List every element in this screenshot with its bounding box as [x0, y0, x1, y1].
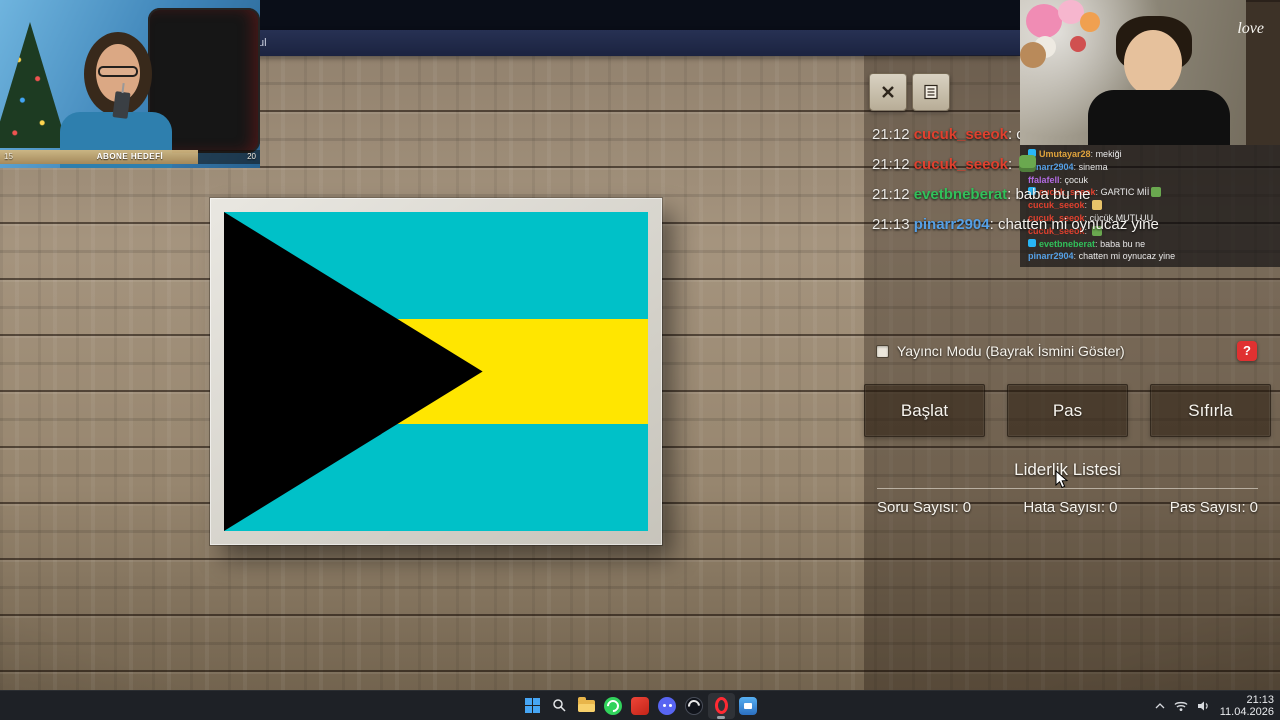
- separator: :: [1007, 186, 1012, 203]
- stat-value: 0: [1249, 499, 1258, 516]
- christmas-tree: [0, 22, 68, 148]
- guest-face: [1124, 30, 1182, 96]
- glasses-icon: [98, 66, 138, 77]
- turtle-emote-icon: [1019, 155, 1037, 172]
- chat-username[interactable]: cucuk_seeok: [914, 156, 1008, 173]
- chat-text: chatten mi oynucaz yine: [997, 216, 1159, 233]
- wifi-icon[interactable]: [1174, 700, 1188, 712]
- close-grid-button[interactable]: [869, 73, 907, 111]
- stat-label: Pas Sayısı:: [1169, 499, 1246, 516]
- stat-label: Hata Sayısı:: [1023, 499, 1106, 516]
- chat-timestamp: 21:12: [872, 186, 910, 203]
- discord-icon: [658, 696, 676, 715]
- drink-cup: [112, 91, 131, 119]
- plushie: [1020, 42, 1046, 68]
- overlay-chat-message: pinarr2904: chatten mi oynucaz yine: [1028, 250, 1272, 263]
- chat-username[interactable]: pinarr2904: [914, 216, 990, 233]
- goal-label: ABONE HEDEFİ: [96, 152, 164, 161]
- panel-icon-buttons: [869, 73, 950, 111]
- taskbar-clock[interactable]: 21:13 11.04.2026: [1220, 694, 1274, 718]
- discord-button[interactable]: [654, 693, 681, 719]
- help-button[interactable]: ?: [1237, 341, 1257, 361]
- folder-icon: [577, 696, 595, 712]
- chat-timestamp: 21:12: [872, 126, 910, 143]
- chat-message: 21:12 cucuk_seeok:: [872, 155, 1280, 175]
- obs-icon: [685, 696, 703, 715]
- streamer-mode-row: Yayıncı Modu (Bayrak İsmini Göster) ?: [876, 340, 1257, 362]
- guest-body: [1088, 90, 1230, 145]
- red-app-button[interactable]: [627, 693, 654, 719]
- windows-start-button[interactable]: [519, 693, 546, 719]
- streamer-mode-label: Yayıncı Modu (Bayrak İsmini Göster): [897, 343, 1125, 359]
- webcam-right: love: [1020, 0, 1280, 145]
- taskbar-search-button[interactable]: [546, 693, 573, 719]
- separator: :: [989, 216, 994, 233]
- subscriber-goal-bar: 15 ABONE HEDEFİ 20: [0, 150, 260, 164]
- list-button[interactable]: [912, 73, 950, 111]
- chat-username[interactable]: evetbneberat: [914, 186, 1007, 203]
- chat-text: baba bu ne: [1015, 186, 1091, 203]
- love-sign: love: [1237, 20, 1264, 37]
- plushie: [1070, 36, 1086, 52]
- system-tray: 21:13 11.04.2026: [1155, 691, 1274, 720]
- windows-logo-icon: [524, 698, 540, 713]
- obs-button[interactable]: [681, 693, 708, 719]
- whatsapp-button[interactable]: [600, 693, 627, 719]
- chat-message: 21:12 evetbneberat: baba bu ne: [872, 185, 1280, 205]
- chat-timestamp: 21:12: [872, 156, 910, 173]
- overlay-chat-text: chatten mi oynucaz yine: [1078, 251, 1176, 262]
- quiz-flag-frame: [210, 198, 662, 545]
- overlay-chat-username: pinarr2904: [1028, 251, 1074, 262]
- separator: :: [1073, 251, 1077, 262]
- tray-chevron-up-icon[interactable]: [1155, 703, 1165, 709]
- separator: :: [1007, 126, 1013, 143]
- reset-button[interactable]: Sıfırla: [1150, 384, 1271, 437]
- leaderboard-stats: Soru Sayısı: 0 Hata Sayısı: 0 Pas Sayısı: 0: [877, 499, 1258, 516]
- pass-button[interactable]: Pas: [1007, 384, 1128, 437]
- streamer-mode-checkbox[interactable]: [876, 344, 889, 358]
- start-game-button[interactable]: Başlat: [864, 384, 985, 437]
- chat-username[interactable]: cucuk_seeok: [914, 126, 1008, 143]
- goal-target: 20: [247, 152, 256, 161]
- stat-label: Soru Sayısı:: [877, 499, 959, 516]
- stat-errors: Hata Sayısı: 0: [1023, 499, 1117, 516]
- screen: ul Umutayar28: mekiği pinarr2904: sinema…: [0, 0, 1280, 720]
- file-explorer-button[interactable]: [573, 693, 600, 719]
- volume-icon[interactable]: [1197, 700, 1211, 712]
- taskbar: 21:13 11.04.2026: [0, 690, 1280, 720]
- webcam-left: 15 ABONE HEDEFİ 20: [0, 0, 260, 168]
- clock-time: 21:13: [1246, 694, 1274, 706]
- opera-button[interactable]: [707, 692, 735, 719]
- plushie: [1080, 12, 1100, 32]
- plushie: [1026, 4, 1062, 38]
- close-icon: [882, 86, 894, 98]
- whatsapp-icon: [604, 696, 622, 715]
- chat-timestamp: 21:13: [872, 216, 910, 233]
- red-app-icon: [631, 696, 649, 715]
- game-action-buttons: Başlat Pas Sıfırla: [864, 384, 1271, 437]
- mouse-cursor: [1055, 470, 1069, 489]
- clock-date: 11.04.2026: [1219, 706, 1274, 718]
- chat-message: 21:13 pinarr2904: chatten mi oynucaz yin…: [872, 215, 1280, 235]
- store-icon: [739, 696, 757, 715]
- search-icon: [552, 699, 566, 712]
- stat-passes: Pas Sayısı: 0: [1170, 499, 1258, 516]
- quiz-flag-bahamas: [224, 212, 648, 531]
- store-app-button[interactable]: [735, 693, 762, 719]
- stat-value: 0: [962, 499, 972, 516]
- stat-value: 0: [1109, 499, 1118, 516]
- separator: :: [1007, 156, 1013, 173]
- list-icon: [924, 84, 938, 100]
- opera-icon: [714, 697, 728, 714]
- stat-questions: Soru Sayısı: 0: [877, 499, 971, 516]
